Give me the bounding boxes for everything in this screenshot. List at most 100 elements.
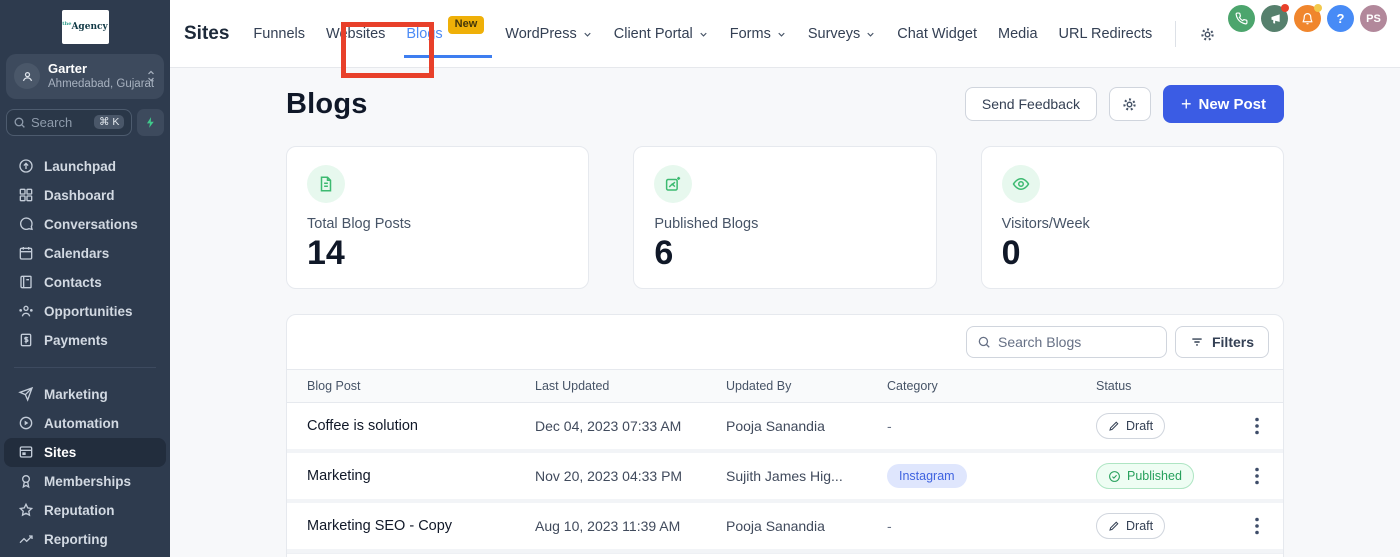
category-cell: - <box>887 418 1096 434</box>
phone-icon <box>1235 12 1248 25</box>
question-icon: ? <box>1337 11 1345 26</box>
blog-post-title[interactable]: Marketing SEO - Copy <box>307 518 535 534</box>
plus-icon: + <box>1181 95 1192 113</box>
sidebar-item-opportunities[interactable]: Opportunities <box>4 297 166 326</box>
person-pin-icon <box>20 69 35 84</box>
kebab-icon <box>1255 417 1259 435</box>
user-avatar[interactable]: PS <box>1360 5 1387 32</box>
marketing-icon <box>18 386 34 402</box>
search-blogs-field[interactable] <box>966 326 1167 358</box>
sidebar-primary-nav: Launchpad Dashboard Conversations Calend… <box>0 152 170 355</box>
topbar-icon-cluster: ? PS <box>1228 5 1387 32</box>
sidebar-search-input[interactable] <box>31 115 89 130</box>
chevron-down-icon <box>582 29 593 40</box>
sidebar-item-conversations[interactable]: Conversations <box>4 210 166 239</box>
table-row[interactable]: Marketing SEO - Copy Aug 10, 2023 11:39 … <box>287 503 1283 553</box>
table-header: Blog Post Last Updated Updated By Catego… <box>287 369 1283 403</box>
blog-post-title[interactable]: Coffee is solution <box>307 418 535 434</box>
stat-label: Total Blog Posts <box>307 216 568 232</box>
chevron-down-icon <box>865 29 876 40</box>
row-actions-menu[interactable] <box>1255 467 1263 485</box>
new-badge: New <box>448 16 485 33</box>
opportunities-icon <box>18 303 34 319</box>
tab-url-redirects[interactable]: URL Redirects <box>1059 0 1153 68</box>
notifications-button[interactable] <box>1294 5 1321 32</box>
automation-icon <box>18 415 34 431</box>
stat-card-published-blogs: Published Blogs 6 <box>633 146 936 289</box>
tab-media[interactable]: Media <box>998 0 1038 68</box>
sidebar-divider <box>14 367 156 368</box>
tab-client-portal[interactable]: Client Portal <box>614 0 709 68</box>
calendars-icon <box>18 245 34 261</box>
tab-websites[interactable]: Websites <box>326 0 385 68</box>
send-feedback-button[interactable]: Send Feedback <box>965 87 1097 121</box>
announcements-button[interactable] <box>1261 5 1288 32</box>
gear-icon <box>1121 96 1138 113</box>
sidebar-item-app-marketplace[interactable]: App Marketplace <box>4 554 166 557</box>
main-content: Blogs Send Feedback + New Post Total Blo… <box>170 68 1400 557</box>
stat-value: 6 <box>654 235 915 272</box>
filters-button[interactable]: Filters <box>1175 326 1269 358</box>
phone-button[interactable] <box>1228 5 1255 32</box>
sidebar-item-marketing[interactable]: Marketing <box>4 380 166 409</box>
category-badge: Instagram <box>887 464 967 488</box>
tab-funnels[interactable]: Funnels <box>253 0 305 68</box>
column-header-updated-by: Updated By <box>726 379 887 393</box>
nav-settings-gear-icon[interactable] <box>1199 26 1216 43</box>
sidebar-secondary-nav: Marketing Automation Sites Memberships R… <box>0 380 170 557</box>
sidebar: theAgency Garter Ahmedabad, Gujarat ⌘ K … <box>0 0 170 557</box>
reporting-icon <box>18 531 34 547</box>
row-actions-menu[interactable] <box>1255 417 1263 435</box>
updated-by-cell: Pooja Sanandia <box>726 418 887 434</box>
sidebar-item-launchpad[interactable]: Launchpad <box>4 152 166 181</box>
agency-logo-text: theAgency <box>62 22 107 32</box>
nav-divider <box>1175 21 1176 47</box>
sidebar-item-calendars[interactable]: Calendars <box>4 239 166 268</box>
blog-post-title[interactable]: Marketing <box>307 468 535 484</box>
chevron-down-icon <box>698 29 709 40</box>
chevron-updown-icon <box>146 69 156 83</box>
bell-icon <box>1301 12 1314 25</box>
sidebar-item-automation[interactable]: Automation <box>4 409 166 438</box>
table-row[interactable]: Marketing Nov 20, 2023 04:33 PM Sujith J… <box>287 453 1283 503</box>
stat-value: 14 <box>307 235 568 272</box>
account-avatar <box>14 63 40 89</box>
tab-surveys[interactable]: Surveys <box>808 0 876 68</box>
row-actions-menu[interactable] <box>1255 517 1263 535</box>
updated-by-cell: Pooja Sanandia <box>726 518 887 534</box>
tab-forms[interactable]: Forms <box>730 0 787 68</box>
search-icon <box>977 335 991 349</box>
help-button[interactable]: ? <box>1327 5 1354 32</box>
agency-logo: theAgency <box>62 10 109 44</box>
sidebar-item-sites[interactable]: Sites <box>4 438 166 467</box>
stat-label: Visitors/Week <box>1002 216 1263 232</box>
column-header-blog-post: Blog Post <box>307 379 535 393</box>
table-row[interactable]: Coffee is solution Dec 04, 2023 07:33 AM… <box>287 403 1283 453</box>
tab-wordpress[interactable]: WordPress <box>505 0 592 68</box>
account-switcher[interactable]: Garter Ahmedabad, Gujarat <box>6 54 164 99</box>
filter-icon <box>1190 335 1204 349</box>
blog-settings-button[interactable] <box>1109 87 1151 121</box>
sidebar-item-payments[interactable]: Payments <box>4 326 166 355</box>
sidebar-item-reputation[interactable]: Reputation <box>4 496 166 525</box>
new-post-button[interactable]: + New Post <box>1163 85 1284 123</box>
tab-chat-widget[interactable]: Chat Widget <box>897 0 977 68</box>
launchpad-icon <box>18 158 34 174</box>
pencil-icon <box>1108 520 1120 532</box>
topbar: Sites Funnels Websites Blogs New WordPre… <box>170 0 1400 68</box>
dashboard-icon <box>18 187 34 203</box>
sidebar-item-reporting[interactable]: Reporting <box>4 525 166 554</box>
top-navigation: Sites Funnels Websites Blogs New WordPre… <box>184 0 1216 68</box>
sidebar-item-contacts[interactable]: Contacts <box>4 268 166 297</box>
search-blogs-input[interactable] <box>998 334 1138 350</box>
pencil-icon <box>1108 420 1120 432</box>
account-name: Garter <box>48 61 138 77</box>
sidebar-search[interactable]: ⌘ K <box>6 109 132 136</box>
sidebar-item-dashboard[interactable]: Dashboard <box>4 181 166 210</box>
tab-blogs[interactable]: Blogs New <box>406 0 484 68</box>
ai-spark-button[interactable] <box>137 109 164 136</box>
page-title: Blogs <box>286 88 368 121</box>
status-badge-draft: Draft <box>1096 513 1165 539</box>
sidebar-item-memberships[interactable]: Memberships <box>4 467 166 496</box>
table-row-partial <box>287 553 1283 557</box>
